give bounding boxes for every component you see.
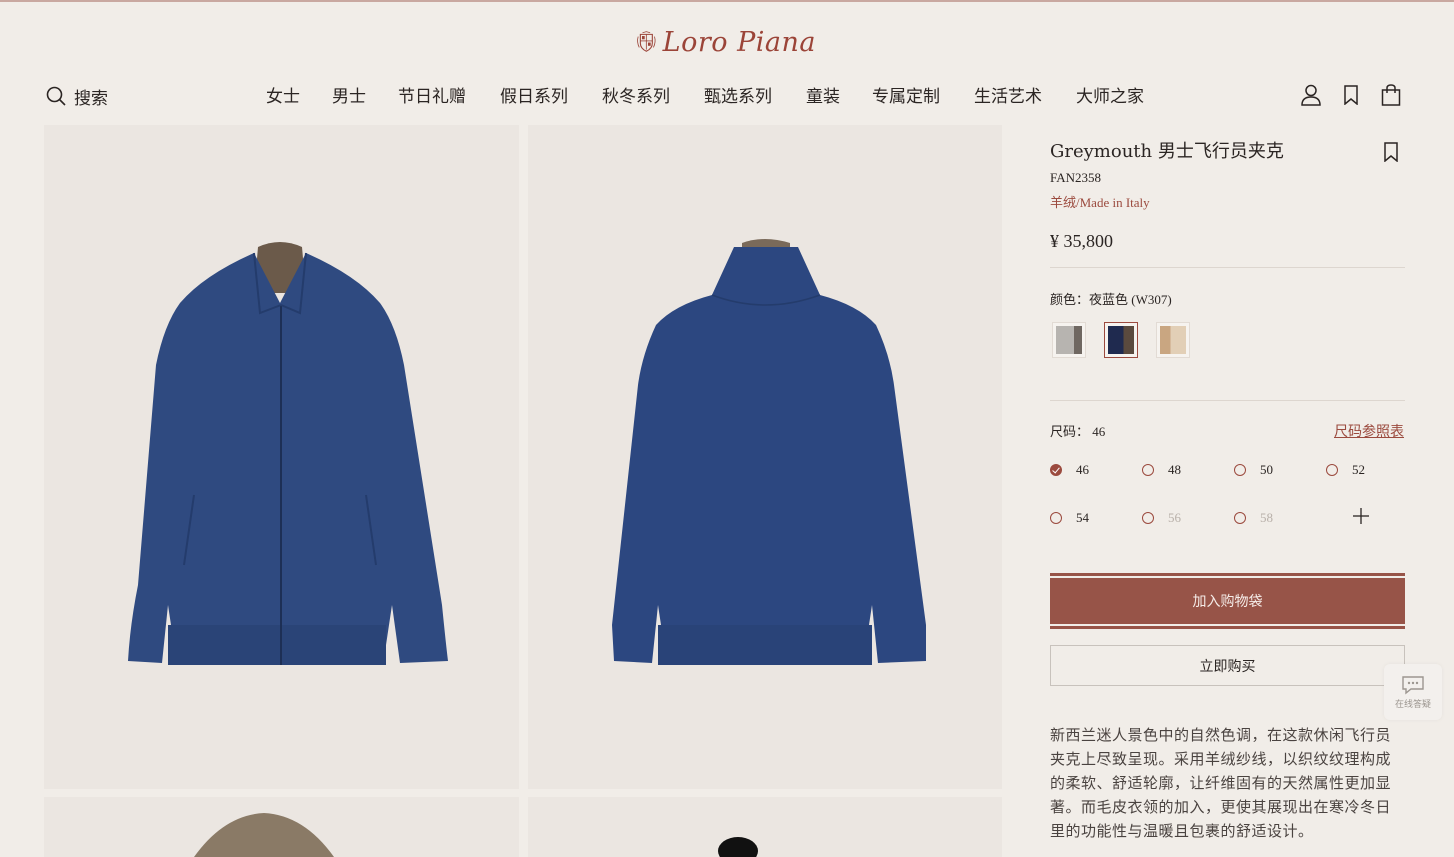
product-title: Greymouth 男士飞行员夹克 — [1050, 141, 1284, 162]
size-text: 46 — [1076, 462, 1089, 477]
size-text: 56 — [1168, 510, 1181, 525]
radio-icon — [1050, 464, 1062, 476]
radio-icon — [1234, 512, 1246, 524]
crest-icon — [637, 31, 656, 52]
nav-item-selection[interactable]: 甄选系列 — [704, 82, 772, 107]
radio-icon — [1326, 464, 1338, 476]
chat-label: 在线答疑 — [1394, 699, 1431, 710]
size-option-54[interactable]: 54 — [1050, 510, 1089, 526]
product-image-back[interactable] — [528, 125, 1002, 789]
size-text: 48 — [1168, 462, 1181, 477]
shopping-bag-icon — [1381, 84, 1401, 106]
size-option-58[interactable]: 58 — [1234, 510, 1273, 526]
divider — [1050, 267, 1405, 268]
swatch-grey[interactable] — [1052, 322, 1086, 358]
nav-item-fall-winter[interactable]: 秋冬系列 — [602, 82, 670, 107]
product-image-front[interactable] — [44, 125, 519, 789]
size-option-56[interactable]: 56 — [1142, 510, 1181, 526]
radio-icon — [1142, 512, 1154, 524]
product-image-detail-2[interactable] — [528, 797, 1002, 857]
online-chat-button[interactable]: 在线答疑 — [1384, 664, 1442, 720]
size-option-52[interactable]: 52 — [1326, 462, 1365, 478]
color-swatches — [1052, 322, 1190, 358]
size-text: 52 — [1352, 462, 1365, 477]
swatch-beige[interactable] — [1156, 322, 1190, 358]
product-info: Greymouth 男士飞行员夹克 FAN2358 羊绒/Made in Ita… — [1050, 140, 1405, 252]
product-sku: FAN2358 — [1050, 170, 1102, 185]
plus-icon — [1353, 508, 1369, 524]
fur-collar-illustration — [194, 813, 334, 857]
product-image-detail-collar[interactable] — [44, 797, 519, 857]
radio-icon — [1050, 512, 1062, 524]
bookmark-icon — [1384, 142, 1398, 163]
size-option-46[interactable]: 46 — [1050, 462, 1089, 478]
chat-bubble-icon — [1402, 675, 1424, 694]
size-text: 58 — [1260, 510, 1273, 525]
header-actions — [1300, 82, 1402, 108]
nav-item-women[interactable]: 女士 — [266, 82, 300, 107]
nav-item-kids[interactable]: 童装 — [806, 82, 840, 107]
nav-item-living[interactable]: 生活艺术 — [974, 82, 1042, 107]
size-option-48[interactable]: 48 — [1142, 462, 1181, 478]
nav-item-bespoke[interactable]: 专属定制 — [872, 82, 940, 107]
brand-wordmark: Loro Piana — [662, 26, 816, 58]
size-option-50[interactable]: 50 — [1234, 462, 1273, 478]
radio-icon — [1234, 464, 1246, 476]
save-product-button[interactable] — [1383, 142, 1401, 164]
user-icon — [1301, 84, 1321, 106]
shopping-bag-button[interactable] — [1380, 82, 1402, 108]
bookmark-icon — [1344, 85, 1358, 105]
product-description: 新西兰迷人景色中的自然色调，在这款休闲飞行员夹克上尽致呈现。采用羊绒纱线，以织纹… — [1050, 726, 1392, 840]
top-accent-line — [0, 0, 1454, 2]
add-to-bag-button[interactable]: 加入购物袋 — [1050, 573, 1405, 629]
swatch-night-blue[interactable] — [1104, 322, 1138, 358]
nav-item-holiday-gifts[interactable]: 节日礼赠 — [398, 82, 466, 107]
buy-now-button[interactable]: 立即购买 — [1050, 645, 1405, 686]
nav-item-men[interactable]: 男士 — [332, 82, 366, 107]
divider — [1050, 400, 1405, 401]
nav-item-holiday-collection[interactable]: 假日系列 — [500, 82, 568, 107]
jacket-front-illustration — [128, 242, 448, 665]
radio-icon — [1142, 464, 1154, 476]
product-material: 羊绒/Made in Italy — [1050, 195, 1150, 210]
size-text: 54 — [1076, 510, 1089, 525]
more-sizes-button[interactable] — [1352, 507, 1370, 525]
size-text: 50 — [1260, 462, 1273, 477]
search-button[interactable]: 搜索 — [46, 84, 108, 109]
nav-item-maestri[interactable]: 大师之家 — [1076, 82, 1144, 107]
jacket-back-illustration — [612, 239, 926, 665]
detail-illustration — [718, 837, 758, 857]
color-label: 颜色：夜蓝色 (W307) — [1050, 292, 1172, 307]
wishlist-button[interactable] — [1340, 82, 1362, 108]
account-button[interactable] — [1300, 82, 1322, 108]
search-icon — [46, 86, 66, 106]
size-chart-link[interactable]: 尺码参照表 — [1334, 421, 1404, 441]
size-label: 尺码： 46 — [1050, 424, 1106, 439]
product-price: ¥ 35,800 — [1050, 231, 1113, 251]
search-label: 搜索 — [74, 88, 108, 109]
brand-logo[interactable]: Loro Piana — [636, 20, 816, 64]
